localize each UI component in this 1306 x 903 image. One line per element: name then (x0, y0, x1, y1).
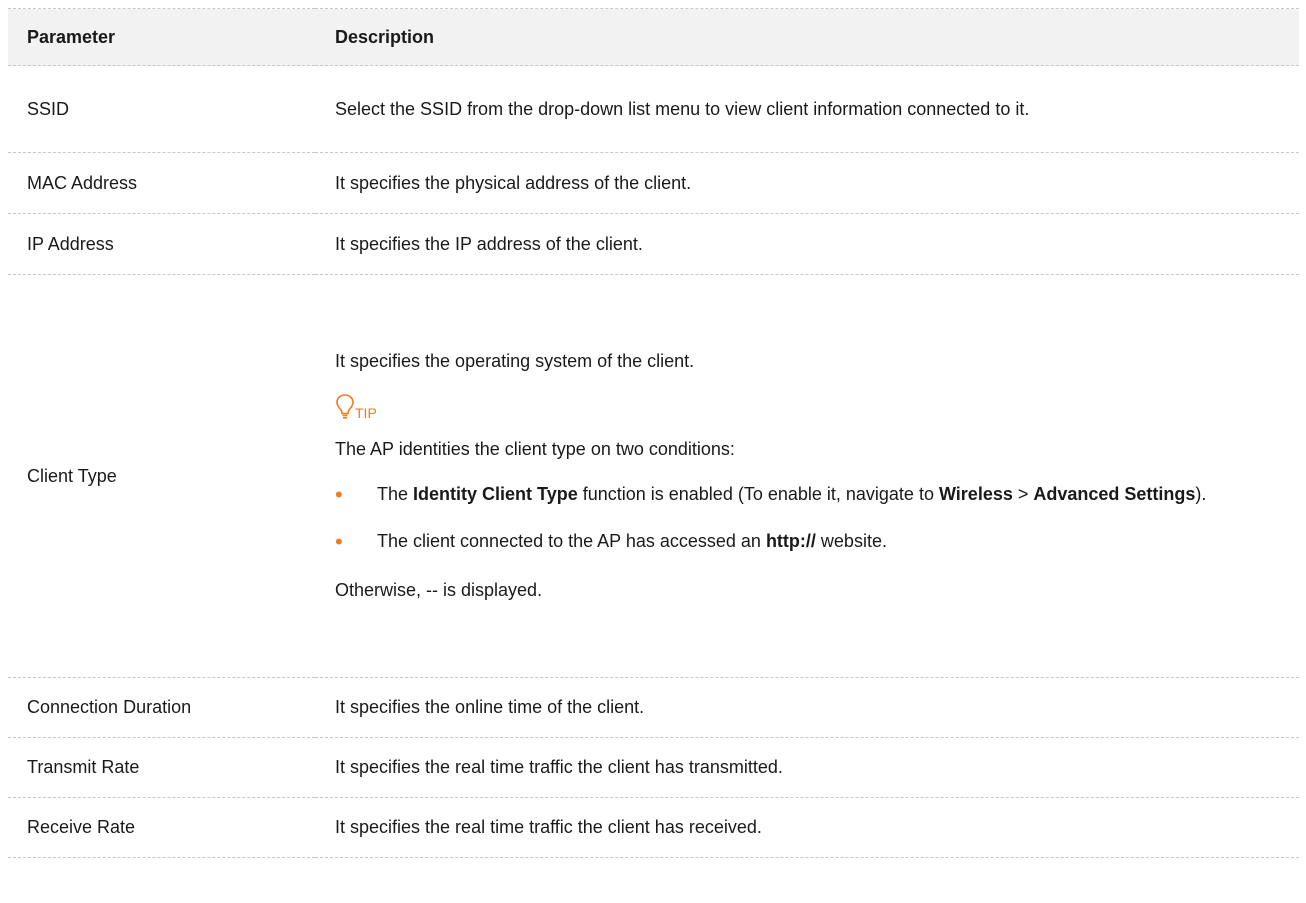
client-type-intro: It specifies the operating system of the… (335, 351, 695, 371)
bullet-text: function is enabled (To enable it, navig… (577, 484, 939, 504)
param-description: It specifies the operating system of the… (315, 274, 1299, 678)
param-description: Select the SSID from the drop-down list … (315, 65, 1299, 153)
header-parameter: Parameter (8, 8, 315, 66)
param-name: MAC Address (8, 152, 315, 214)
tip-intro: The AP identities the client type on two… (335, 439, 735, 459)
parameter-table: Parameter Description SSID Select the SS… (8, 8, 1299, 858)
bold-term: http:// (765, 531, 816, 551)
list-item: • The Identity Client Type function is e… (335, 481, 1287, 508)
bullet-text: ). (1195, 484, 1207, 504)
bullet-dot: • (335, 529, 343, 554)
tip-label: TIP (355, 405, 377, 421)
table-row: SSID Select the SSID from the drop-down … (8, 65, 1299, 153)
condition-list: • The Identity Client Type function is e… (335, 481, 1287, 555)
table-row: Connection Duration It specifies the onl… (8, 677, 1299, 738)
bold-term: Identity Client Type (413, 484, 578, 504)
param-description: It specifies the IP address of the clien… (315, 213, 1299, 275)
param-name: Client Type (8, 274, 315, 678)
header-description: Description (315, 8, 1299, 66)
table-row: Transmit Rate It specifies the real time… (8, 737, 1299, 798)
param-name: Transmit Rate (8, 737, 315, 798)
param-description: It specifies the real time traffic the c… (315, 797, 1299, 858)
bullet-text: website. (815, 531, 887, 551)
table-row: MAC Address It specifies the physical ad… (8, 152, 1299, 214)
param-name: Connection Duration (8, 677, 315, 738)
table-row: Receive Rate It specifies the real time … (8, 797, 1299, 858)
bullet-text: > (1012, 484, 1034, 504)
bullet-text: The (377, 484, 414, 504)
param-name: SSID (8, 65, 315, 153)
table-row: IP Address It specifies the IP address o… (8, 213, 1299, 275)
lightbulb-icon (335, 392, 355, 422)
list-item: • The client connected to the AP has acc… (335, 528, 1287, 555)
tip-callout: TIP (335, 392, 1287, 422)
param-description: It specifies the online time of the clie… (315, 677, 1299, 738)
param-description: It specifies the physical address of the… (315, 152, 1299, 214)
param-name: IP Address (8, 213, 315, 275)
bold-term: Wireless (938, 484, 1013, 504)
bold-term: Advanced Settings (1033, 484, 1196, 504)
table-header-row: Parameter Description (8, 8, 1299, 66)
param-description: It specifies the real time traffic the c… (315, 737, 1299, 798)
bullet-text: The client connected to the AP has acces… (377, 531, 766, 551)
bullet-dot: • (335, 482, 343, 507)
otherwise-note: Otherwise, -- is displayed. (335, 580, 543, 600)
table-row: Client Type It specifies the operating s… (8, 274, 1299, 678)
param-name: Receive Rate (8, 797, 315, 858)
